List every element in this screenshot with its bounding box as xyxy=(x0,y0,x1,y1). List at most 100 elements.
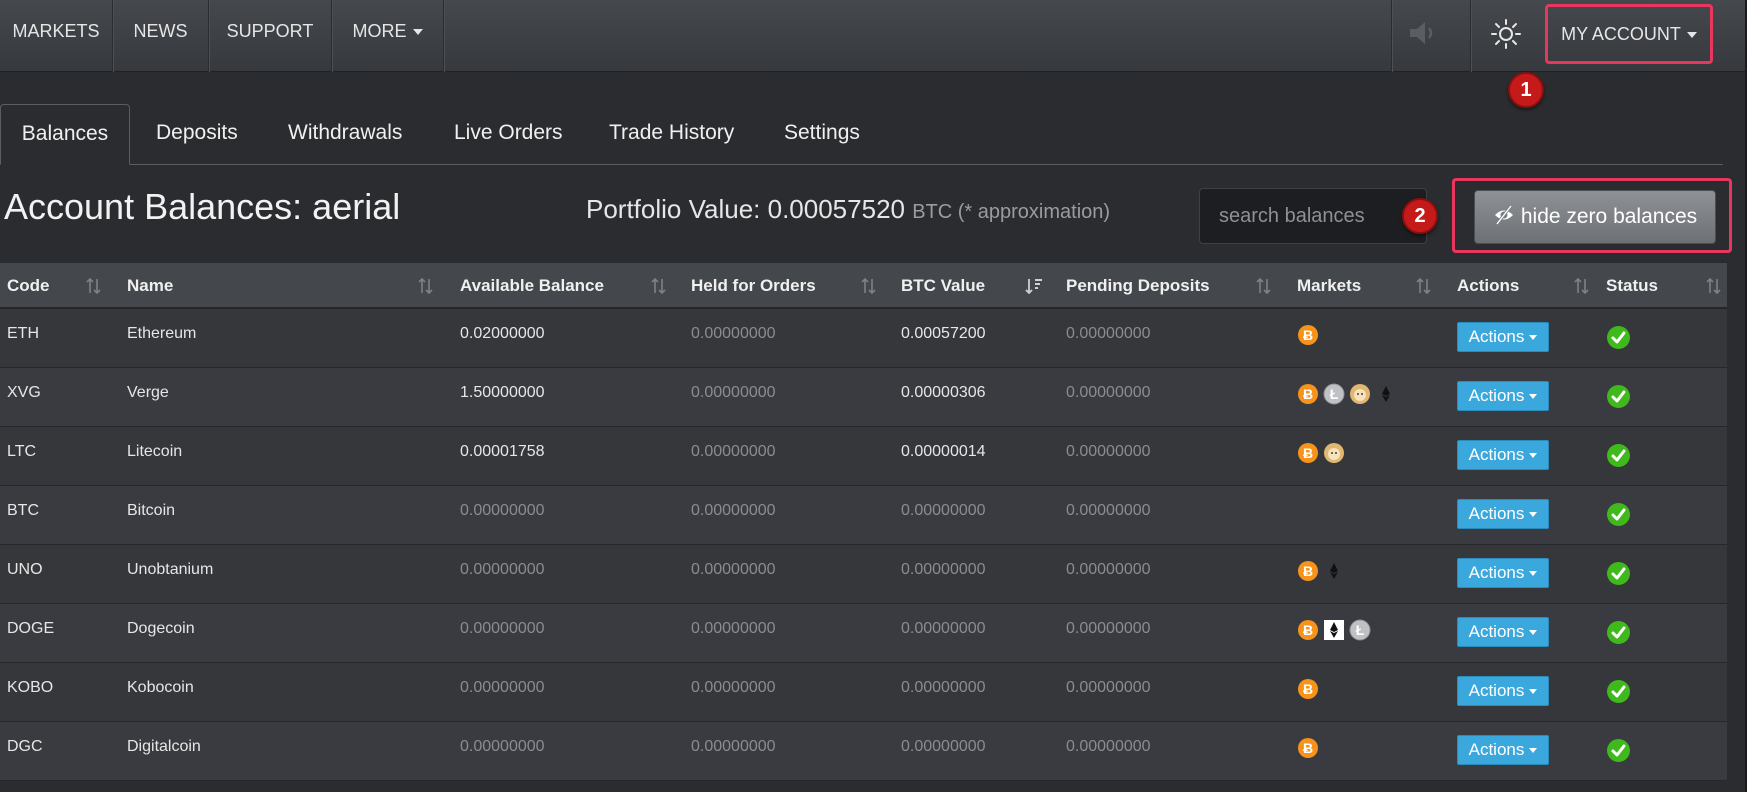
pending-deposits-cell: 0.00000000 xyxy=(1066,561,1151,578)
annotation-badge-1: 1 xyxy=(1508,72,1544,108)
tab-live-orders[interactable]: Live Orders xyxy=(454,104,563,165)
btc-value-cell: 0.00000306 xyxy=(901,384,986,401)
coin-name-cell: Ethereum xyxy=(127,325,197,342)
bitcoin-market-icon[interactable]: Ƀ xyxy=(1297,324,1319,346)
chevron-down-icon xyxy=(1529,453,1538,459)
available-balance-cell: 0.00000000 xyxy=(460,738,545,755)
speaker-icon[interactable] xyxy=(1408,20,1438,46)
actions-label: Actions xyxy=(1468,327,1525,346)
actions-dropdown-button[interactable]: Actions xyxy=(1457,381,1549,411)
tab-balances[interactable]: Balances xyxy=(0,104,130,165)
btc-value-cell: 0.00000000 xyxy=(901,620,986,637)
actions-dropdown-button[interactable]: Actions xyxy=(1457,322,1549,352)
coin-code-cell: DGC xyxy=(7,738,43,755)
tab-withdrawals[interactable]: Withdrawals xyxy=(288,104,402,165)
chevron-down-icon xyxy=(1529,689,1538,695)
tab-deposits[interactable]: Deposits xyxy=(156,104,238,165)
sort-icon[interactable] xyxy=(85,277,103,295)
held-for-orders-cell: 0.00000000 xyxy=(691,443,776,460)
bitcoin-market-icon[interactable]: Ƀ xyxy=(1297,560,1319,582)
actions-dropdown-button[interactable]: Actions xyxy=(1457,558,1549,588)
sort-icon[interactable] xyxy=(417,277,435,295)
chevron-down-icon xyxy=(1529,571,1538,577)
coin-name-cell: Dogecoin xyxy=(127,620,195,637)
bitcoin-market-icon[interactable]: Ƀ xyxy=(1297,383,1319,405)
actions-dropdown-button[interactable]: Actions xyxy=(1457,499,1549,529)
held-for-orders-cell: 0.00000000 xyxy=(691,325,776,342)
coin-name-cell: Unobtanium xyxy=(127,561,214,578)
table-row: KOBO Kobocoin 0.00000000 0.00000000 0.000000… xyxy=(0,663,1727,722)
btc-value-cell: 0.00000000 xyxy=(901,561,986,578)
litecoin-market-icon[interactable]: Ł xyxy=(1323,383,1345,405)
ethereum-market-icon[interactable] xyxy=(1375,383,1397,405)
status-ok-icon xyxy=(1607,503,1630,526)
sort-icon[interactable] xyxy=(1573,277,1591,295)
actions-dropdown-button[interactable]: Actions xyxy=(1457,440,1549,470)
sun-icon[interactable] xyxy=(1490,18,1522,50)
svg-text:Ƀ: Ƀ xyxy=(1303,622,1313,638)
column-header[interactable]: Available Balance xyxy=(460,263,604,309)
column-header[interactable]: Actions xyxy=(1457,263,1519,309)
sort-icon[interactable] xyxy=(860,277,878,295)
nav-more[interactable]: MORE xyxy=(332,0,444,72)
svg-text:Ƀ: Ƀ xyxy=(1303,740,1313,756)
btc-value-cell: 0.00000014 xyxy=(901,443,986,460)
actions-dropdown-button[interactable]: Actions xyxy=(1457,617,1549,647)
column-header[interactable]: Held for Orders xyxy=(691,263,816,309)
coin-code-cell: BTC xyxy=(7,502,39,519)
btc-value-cell: 0.00000000 xyxy=(901,502,986,519)
litecoin-market-icon[interactable]: Ł xyxy=(1349,619,1371,641)
table-row: UNO Unobtanium 0.00000000 0.00000000 0.00000… xyxy=(0,545,1727,604)
coin-code-cell: LTC xyxy=(7,443,37,460)
actions-label: Actions xyxy=(1468,445,1525,464)
nav-markets[interactable]: MARKETS xyxy=(0,0,113,72)
status-ok-icon xyxy=(1607,385,1630,408)
status-ok-icon xyxy=(1607,326,1630,349)
column-header[interactable]: Code xyxy=(7,263,50,309)
actions-label: Actions xyxy=(1468,563,1525,582)
svg-text:Ł: Ł xyxy=(1356,622,1365,638)
bitcoin-market-icon[interactable]: Ƀ xyxy=(1297,678,1319,700)
bitcoin-market-icon[interactable]: Ƀ xyxy=(1297,619,1319,641)
column-header[interactable]: Name xyxy=(127,263,173,309)
tab-settings[interactable]: Settings xyxy=(784,104,860,165)
coin-code-cell: ETH xyxy=(7,325,39,342)
chevron-down-icon xyxy=(1529,335,1538,341)
coin-name-cell: Digitalcoin xyxy=(127,738,201,755)
btc-value-cell: 0.00057200 xyxy=(901,325,986,342)
coin-code-cell: XVG xyxy=(7,384,41,401)
actions-dropdown-button[interactable]: Actions xyxy=(1457,676,1549,706)
nav-support[interactable]: SUPPORT xyxy=(209,0,332,72)
column-header[interactable]: Pending Deposits xyxy=(1066,263,1210,309)
column-header[interactable]: Status xyxy=(1606,263,1658,309)
hide-zero-balances-button[interactable]: hide zero balances xyxy=(1474,190,1716,244)
sort-icon[interactable] xyxy=(650,277,668,295)
chevron-down-icon xyxy=(1529,394,1538,400)
column-header[interactable]: BTC Value xyxy=(901,263,985,309)
sort-icon[interactable] xyxy=(1025,277,1043,295)
bitcoin-market-icon[interactable]: Ƀ xyxy=(1297,737,1319,759)
bitcoin-market-icon[interactable]: Ƀ xyxy=(1297,442,1319,464)
ethereum-market-icon[interactable] xyxy=(1323,619,1345,641)
svg-text:Ƀ: Ƀ xyxy=(1303,563,1313,579)
status-ok-icon xyxy=(1607,444,1630,467)
svg-text:Ƀ: Ƀ xyxy=(1303,445,1313,461)
sort-icon[interactable] xyxy=(1255,277,1273,295)
available-balance-cell: 1.50000000 xyxy=(460,384,545,401)
search-balances-input[interactable] xyxy=(1199,188,1427,244)
column-header[interactable]: Markets xyxy=(1297,263,1361,309)
tab-trade-history[interactable]: Trade History xyxy=(609,104,734,165)
ethereum-market-icon[interactable] xyxy=(1323,560,1345,582)
my-account-menu[interactable]: MY ACCOUNT xyxy=(1545,4,1713,64)
table-row: BTC Bitcoin 0.00000000 0.00000000 0.00000000… xyxy=(0,486,1727,545)
actions-dropdown-button[interactable]: Actions xyxy=(1457,735,1549,765)
dogecoin-market-icon[interactable] xyxy=(1323,442,1345,464)
dogecoin-market-icon[interactable] xyxy=(1349,383,1371,405)
available-balance-cell: 0.00000000 xyxy=(460,620,545,637)
held-for-orders-cell: 0.00000000 xyxy=(691,679,776,696)
sort-icon[interactable] xyxy=(1705,277,1723,295)
sort-icon[interactable] xyxy=(1415,277,1433,295)
nav-news[interactable]: NEWS xyxy=(113,0,209,72)
pending-deposits-cell: 0.00000000 xyxy=(1066,502,1151,519)
coin-name-cell: Bitcoin xyxy=(127,502,176,519)
